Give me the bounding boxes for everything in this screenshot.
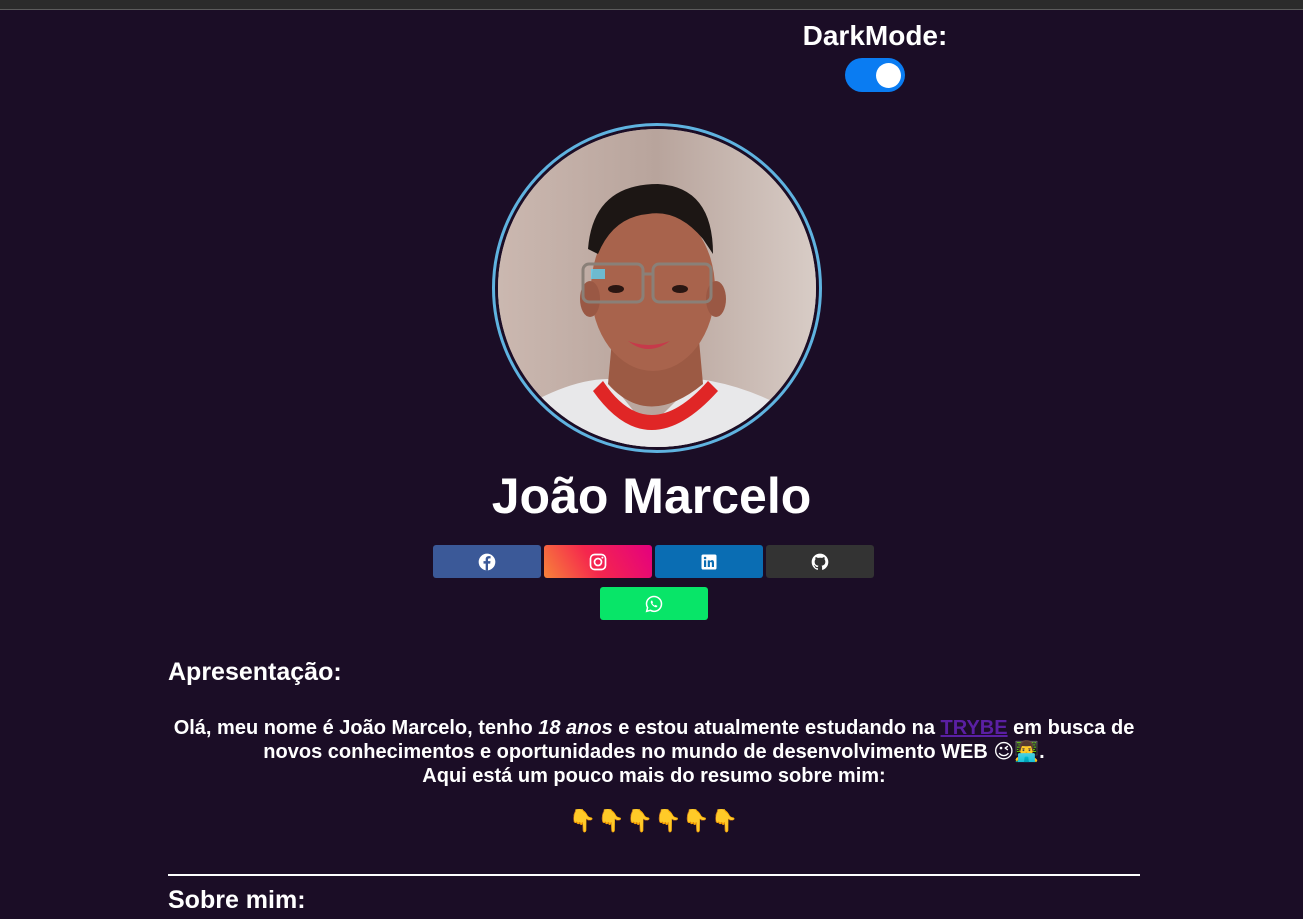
github-icon xyxy=(811,553,829,570)
section-divider xyxy=(168,874,1140,876)
profile-photo-drawing xyxy=(498,129,816,447)
presentation-text: Olá, meu nome é João Marcelo, tenho 18 a… xyxy=(168,716,1140,788)
darkmode-control: DarkMode: xyxy=(790,20,960,97)
linkedin-icon xyxy=(701,554,717,569)
intro-text-2: e estou atualmente estudando na xyxy=(612,717,941,739)
toggle-knob xyxy=(876,63,901,88)
github-button[interactable] xyxy=(766,545,874,578)
darkmode-toggle[interactable] xyxy=(845,58,905,92)
age-text: 18 anos xyxy=(538,717,613,739)
darkmode-label: DarkMode: xyxy=(802,20,948,51)
about-title: Sobre mim: xyxy=(168,886,306,914)
browser-top-strip xyxy=(0,0,1303,10)
whatsapp-icon xyxy=(645,595,663,612)
linkedin-button[interactable] xyxy=(655,545,763,578)
facebook-button[interactable] xyxy=(433,545,541,578)
trybe-link[interactable]: TRYBE xyxy=(941,717,1008,739)
facebook-icon xyxy=(478,553,496,570)
presentation-title: Apresentação: xyxy=(168,658,342,686)
intro-line-2: Aqui está um pouco mais do resumo sobre … xyxy=(422,765,886,787)
profile-photo xyxy=(498,129,816,447)
profile-name: João Marcelo xyxy=(491,468,812,524)
intro-text-1: Olá, meu nome é João Marcelo, tenho xyxy=(173,717,539,739)
pointing-down-emojis: 👇👇👇👇👇👇 xyxy=(568,808,740,833)
profile-avatar xyxy=(492,123,822,453)
instagram-button[interactable] xyxy=(544,545,652,578)
whatsapp-button[interactable] xyxy=(600,587,708,620)
instagram-icon xyxy=(589,553,607,570)
